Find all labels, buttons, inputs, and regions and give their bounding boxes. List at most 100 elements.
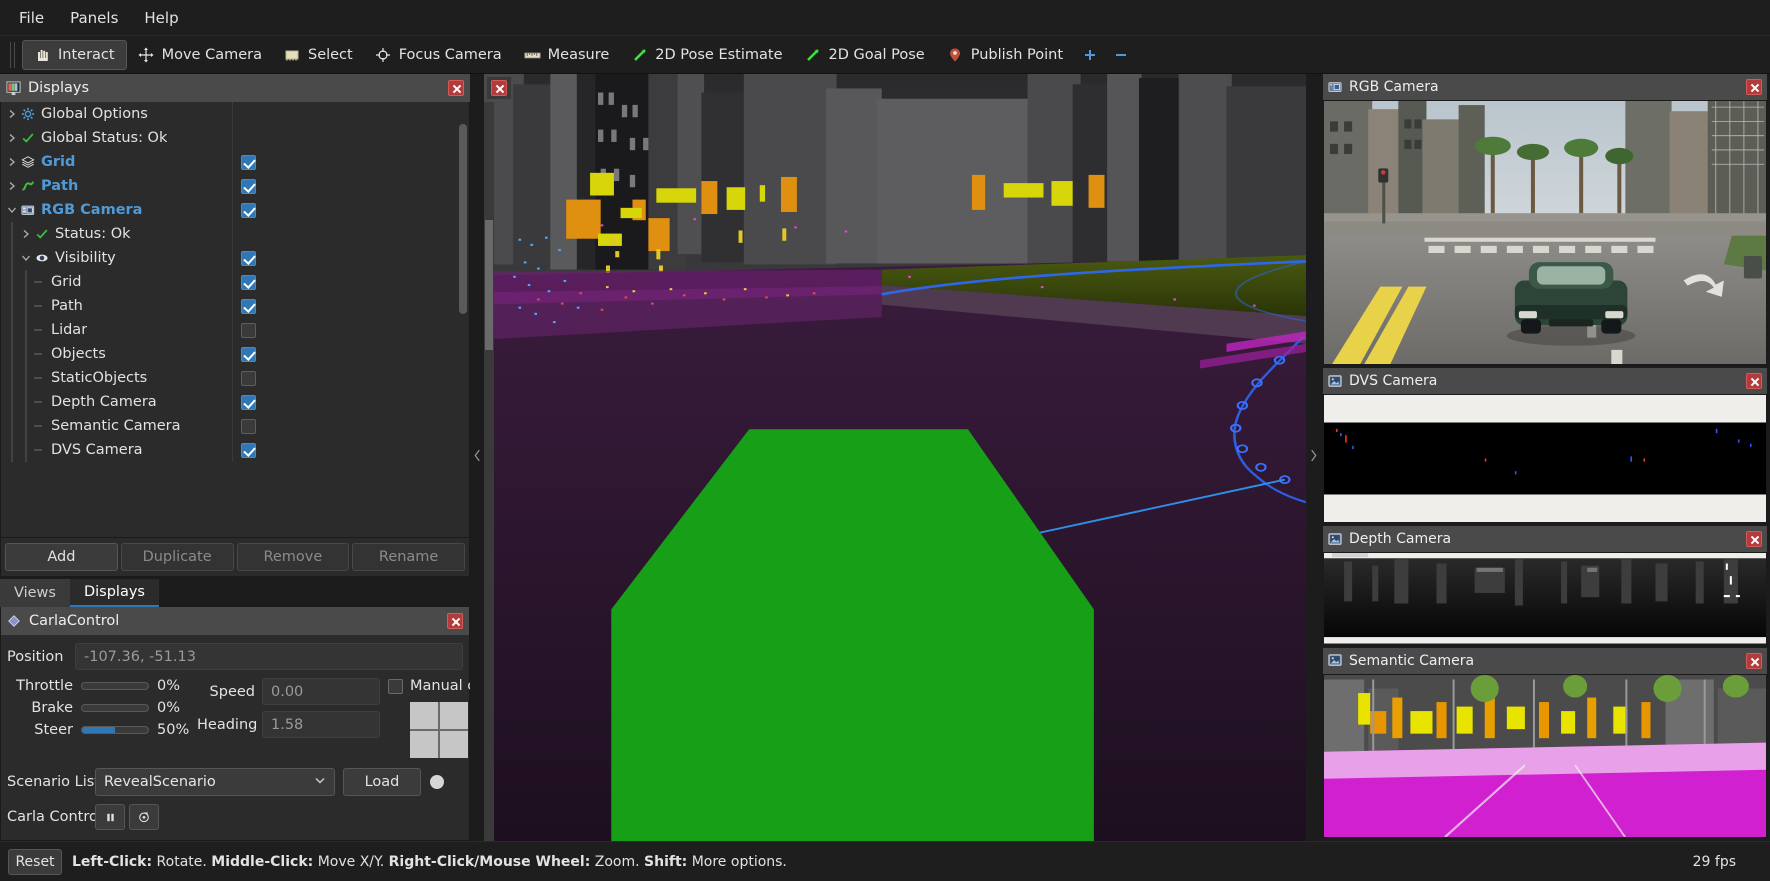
tree-item-checkbox[interactable]	[241, 154, 256, 170]
menu-item-help[interactable]: Help	[131, 4, 191, 32]
close-icon[interactable]	[447, 613, 463, 629]
tree-item-checkbox[interactable]	[241, 370, 256, 386]
toolbar-interact-button[interactable]: Interact	[22, 39, 127, 70]
dvs-camera-panel: DVS Camera	[1323, 368, 1767, 524]
tree-item-global-status-ok[interactable]: Global Status: Ok	[1, 126, 469, 150]
toolbar-move-camera-button[interactable]: Move Camera	[127, 40, 273, 70]
tree-item-checkbox[interactable]	[241, 394, 256, 410]
close-icon[interactable]	[1746, 652, 1762, 669]
tree-item-label: DVS Camera	[51, 442, 143, 458]
toolbar-select-button[interactable]: Select	[273, 40, 364, 70]
menu-bar: File Panels Help	[0, 0, 1770, 36]
rgb-camera-view[interactable]	[1323, 100, 1767, 366]
tree-item-objects[interactable]: Objects	[1, 342, 469, 366]
toolbar--button[interactable]: +	[1074, 40, 1105, 70]
tree-item-grid[interactable]: Grid	[1, 270, 469, 294]
image-icon	[1328, 532, 1343, 547]
add-button[interactable]: Add	[5, 543, 118, 571]
pad-cell-top-left[interactable]	[410, 702, 438, 729]
manual-control-checkbox[interactable]	[388, 678, 403, 694]
pad-cell-top-right[interactable]	[440, 702, 468, 729]
scenario-select[interactable]: RevealScenario	[95, 768, 335, 796]
tree-item-global-options[interactable]: Global Options	[1, 102, 469, 126]
tree-item-checkbox[interactable]	[241, 346, 256, 362]
speed-field[interactable]: 0.00	[262, 678, 380, 705]
close-icon[interactable]	[1746, 373, 1762, 390]
heading-field[interactable]: 1.58	[262, 711, 380, 738]
tree-item-checkbox[interactable]	[241, 274, 256, 290]
tree-item-lidar[interactable]: Lidar	[1, 318, 469, 342]
tree-indent-guide	[5, 246, 19, 270]
toolbar-grip[interactable]	[10, 41, 18, 68]
tree-item-checkbox[interactable]	[241, 178, 256, 194]
menu-item-file[interactable]: File	[6, 4, 57, 32]
chevron-right-icon[interactable]	[5, 131, 19, 145]
tree-leaf-marker	[33, 443, 47, 457]
throttle-slider[interactable]	[81, 682, 149, 690]
tree-item-dvs-camera[interactable]: DVS Camera	[1, 438, 469, 462]
tree-scrollbar[interactable]	[459, 104, 467, 535]
toolbar--button[interactable]: −	[1105, 40, 1136, 70]
left-dock-collapse-handle[interactable]	[470, 74, 484, 841]
tree-item-checkbox[interactable]	[241, 322, 256, 338]
toolbar-publish-point-button[interactable]: Publish Point	[936, 40, 1074, 70]
3d-viewport[interactable]	[484, 74, 1306, 841]
close-icon[interactable]	[448, 80, 464, 96]
chevron-down-icon[interactable]	[19, 251, 33, 265]
tree-item-path[interactable]: Path	[1, 294, 469, 318]
tree-item-path[interactable]: Path	[1, 174, 469, 198]
tree-item-checkbox[interactable]	[241, 298, 256, 314]
toolbar-2d-goal-pose-button[interactable]: 2D Goal Pose	[794, 40, 936, 70]
pause-icon[interactable]	[95, 804, 125, 830]
tree-item-depth-camera[interactable]: Depth Camera	[1, 390, 469, 414]
depth-camera-view[interactable]	[1323, 552, 1767, 645]
close-icon[interactable]	[1746, 79, 1762, 95]
tree-item-checkbox[interactable]	[241, 442, 256, 458]
toolbar-focus-camera-button[interactable]: Focus Camera	[364, 40, 513, 70]
tree-item-visibility[interactable]: Visibility	[1, 246, 469, 270]
tree-item-semantic-camera[interactable]: Semantic Camera	[1, 414, 469, 438]
tree-item-checkbox[interactable]	[241, 418, 256, 434]
steer-slider[interactable]	[81, 726, 149, 734]
toolbar-measure-button[interactable]: Measure	[513, 40, 621, 70]
close-icon[interactable]	[1746, 531, 1762, 548]
chevron-down-icon[interactable]	[5, 203, 19, 217]
viewport-scrollbar[interactable]	[484, 102, 494, 841]
chevron-right-icon[interactable]	[5, 179, 19, 193]
tree-item-grid[interactable]: Grid	[1, 150, 469, 174]
tab-displays[interactable]: Displays	[69, 579, 159, 607]
steering-pad[interactable]	[410, 702, 468, 758]
right-dock-collapse-handle[interactable]	[1306, 74, 1320, 841]
menu-item-panels[interactable]: Panels	[57, 4, 131, 32]
load-button[interactable]: Load	[343, 768, 421, 796]
step-icon[interactable]	[129, 804, 159, 830]
tree-item-checkbox[interactable]	[241, 202, 256, 218]
tree-item-label-cell: Lidar	[1, 318, 233, 342]
brake-slider[interactable]	[81, 704, 149, 712]
tree-item-check-cell	[233, 246, 465, 270]
steer-row: Steer 50%	[7, 722, 193, 738]
tab-views[interactable]: Views	[0, 579, 70, 607]
viewport-close-button[interactable]	[486, 76, 512, 100]
position-field[interactable]: -107.36, -51.13	[75, 643, 463, 670]
displays-tree[interactable]: Global Options Global Status: Ok Grid Path R…	[0, 102, 470, 538]
reset-button[interactable]: Reset	[8, 848, 62, 875]
speed-label: Speed	[209, 683, 255, 700]
toolbar-2d-pose-estimate-button[interactable]: 2D Pose Estimate	[620, 40, 793, 70]
tree-item-staticobjects[interactable]: StaticObjects	[1, 366, 469, 390]
pad-cell-bottom-left[interactable]	[410, 731, 438, 758]
dvs-camera-view[interactable]	[1323, 394, 1767, 524]
pad-cell-bottom-right[interactable]	[440, 731, 468, 758]
chevron-right-icon[interactable]	[19, 227, 33, 241]
chevron-right-icon[interactable]	[5, 155, 19, 169]
tree-item-status-ok[interactable]: Status: Ok	[1, 222, 469, 246]
goal-arrow-icon	[805, 46, 822, 63]
throttle-label: Throttle	[16, 678, 73, 694]
close-icon[interactable]	[491, 80, 507, 96]
chevron-right-icon[interactable]	[5, 107, 19, 121]
tree-item-rgb-camera[interactable]: RGB Camera	[1, 198, 469, 222]
tree-leaf-marker	[33, 275, 47, 289]
tree-item-checkbox[interactable]	[241, 250, 256, 266]
semantic-camera-view[interactable]	[1323, 673, 1767, 838]
tree-item-label-cell: Grid	[1, 150, 233, 174]
